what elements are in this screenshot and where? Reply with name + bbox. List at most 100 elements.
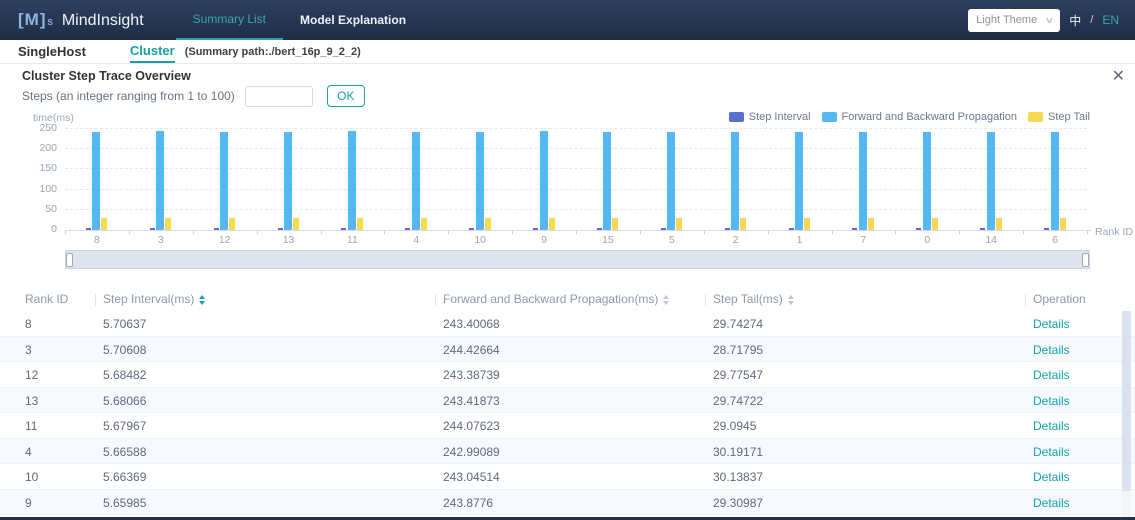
column-header-forward-and-backward-propagation-ms[interactable]: Forward and Backward Propagation(ms) — [443, 292, 670, 306]
legend-item-step-tail[interactable]: Step Tail — [1028, 111, 1090, 123]
sort-icon[interactable] — [199, 294, 206, 305]
cell-forward-and-backward-propagation-ms: 243.8776 — [443, 495, 494, 510]
table-row: 12 5.68482 243.38739 29.77547 Details — [0, 362, 1135, 388]
details-link[interactable]: Details — [1033, 445, 1070, 459]
bar-step-tail — [165, 218, 172, 230]
details-link[interactable]: Details — [1033, 419, 1070, 433]
column-divider — [95, 294, 96, 306]
bar-step-tail — [356, 218, 363, 230]
subnav-tab-cluster[interactable]: Cluster — [129, 40, 175, 63]
column-header-step-interval-ms[interactable]: Step Interval(ms) — [103, 292, 206, 306]
bar-step-interval — [980, 227, 986, 230]
bar-step-tail — [548, 218, 555, 230]
cell-forward-and-backward-propagation-ms: 243.04514 — [443, 470, 500, 484]
legend-item-step-interval[interactable]: Step Interval — [728, 111, 811, 123]
summary-path: (Summary path:./bert_16p_9_2_2) — [184, 45, 361, 58]
column-header-label: Operation — [1033, 292, 1086, 306]
bar-forward-and-backward-propagation — [922, 131, 931, 230]
y-tick-label: 250 — [39, 122, 57, 134]
cell-forward-and-backward-propagation-ms: 243.38739 — [443, 368, 500, 382]
table-row: 8 5.70637 243.40068 29.74274 Details — [0, 311, 1135, 337]
bar-step-tail — [420, 217, 427, 230]
x-axis-title: Rank ID — [1095, 226, 1133, 238]
cell-step-tail-ms: 29.0945 — [713, 419, 757, 433]
sort-desc-icon — [787, 300, 794, 305]
close-icon[interactable]: ✕ — [1112, 66, 1125, 86]
cell-rank-id: 10 — [25, 470, 39, 484]
bar-forward-and-backward-propagation — [411, 131, 420, 230]
sort-asc-icon — [199, 294, 206, 299]
lang-toggle-en[interactable]: EN — [1102, 13, 1119, 27]
y-tick-label: 150 — [39, 162, 57, 175]
details-link[interactable]: Details — [1033, 394, 1070, 408]
chart-plot-area — [65, 128, 1091, 234]
legend-label: Forward and Backward Propagation — [841, 111, 1017, 123]
y-tick-label: 200 — [39, 142, 57, 155]
cell-rank-id: 12 — [25, 368, 39, 382]
lang-toggle-zh[interactable]: 中 — [1069, 12, 1081, 29]
bar-step-tail — [804, 218, 811, 230]
table-scrollbar[interactable] — [1122, 311, 1131, 520]
legend-item-forward-and-backward-propagation[interactable]: Forward and Backward Propagation — [821, 111, 1017, 123]
logo-bracket: [M] — [18, 10, 47, 29]
bar-forward-and-backward-propagation — [986, 131, 995, 230]
page-title: Cluster Step Trace Overview — [22, 69, 191, 83]
sort-asc-icon — [787, 294, 794, 299]
gridline — [65, 128, 1087, 129]
table-row: 11 5.67967 244.07623 29.0945 Details — [0, 413, 1135, 439]
x-tick-label: 1 — [796, 234, 803, 246]
navbar-tab-model-explanation[interactable]: Model Explanation — [283, 0, 423, 40]
cell-forward-and-backward-propagation-ms: 244.42664 — [443, 342, 500, 357]
cell-forward-and-backward-propagation-ms: 243.41873 — [443, 393, 500, 408]
cell-step-interval-ms: 5.70608 — [103, 342, 147, 357]
bar-step-interval — [341, 227, 347, 230]
datazoom-left-handle[interactable] — [66, 253, 73, 267]
gridline — [65, 188, 1087, 190]
column-divider — [435, 294, 436, 306]
bar-step-tail — [995, 218, 1002, 230]
column-header-step-tail-ms[interactable]: Step Tail(ms) — [713, 292, 794, 306]
cell-step-tail-ms: 30.13837 — [713, 470, 764, 484]
bar-forward-and-backward-propagation — [92, 131, 101, 230]
table-scrollbar-thumb[interactable] — [1122, 311, 1131, 491]
theme-select[interactable]: Light Theme ∨ — [968, 8, 1061, 32]
cell-step-tail-ms: 29.74722 — [713, 393, 764, 408]
cell-step-tail-ms: 29.30987 — [713, 495, 764, 510]
subnav-tab-singlehost[interactable]: SingleHost — [18, 40, 86, 63]
cell-forward-and-backward-propagation-ms: 243.40068 — [443, 317, 500, 331]
ok-button[interactable]: OK — [326, 85, 365, 107]
bar-step-interval — [277, 227, 283, 230]
sort-icon[interactable] — [787, 294, 794, 305]
bar-forward-and-backward-propagation — [284, 131, 293, 230]
bar-step-tail — [101, 217, 108, 230]
cell-step-tail-ms: 30.19171 — [713, 444, 764, 459]
top-navbar: [M] S MindInsight Summary List Model Expla… — [0, 0, 1135, 40]
chart-datazoom-slider[interactable] — [65, 250, 1090, 269]
bar-step-tail — [612, 218, 619, 230]
x-tick-label: 8 — [94, 234, 100, 246]
steps-input[interactable] — [244, 85, 313, 107]
datazoom-right-handle[interactable] — [1082, 253, 1089, 267]
bar-step-tail — [867, 218, 874, 230]
details-link[interactable]: Details — [1033, 368, 1070, 382]
details-link[interactable]: Details — [1033, 496, 1070, 510]
cell-step-interval-ms: 5.66588 — [103, 444, 147, 459]
details-link[interactable]: Details — [1033, 470, 1070, 484]
navbar-right-controls: Light Theme ∨ 中 / EN — [968, 8, 1119, 32]
bar-step-interval — [852, 227, 858, 230]
x-axis-labels: 8 3 12 13 11 4 10 9 15 5 2 1 7 0 14 6 — [65, 234, 1087, 248]
mindinsight-logo: [M] S MindInsight — [18, 10, 144, 30]
navbar-tab-summary-list[interactable]: Summary List — [175, 0, 284, 40]
theme-select-value: Light Theme — [976, 14, 1038, 26]
cell-rank-id: 13 — [25, 393, 39, 408]
details-link[interactable]: Details — [1033, 317, 1070, 331]
table-row: 13 5.68066 243.41873 29.74722 Details — [0, 387, 1135, 413]
legend-swatch-forward-and-backward-propagation — [821, 112, 837, 122]
details-link[interactable]: Details — [1033, 343, 1070, 357]
sort-icon[interactable] — [663, 294, 670, 305]
x-tick-label: 4 — [413, 234, 420, 246]
bar-step-tail — [931, 218, 938, 230]
x-tick-label: 3 — [157, 234, 164, 246]
bar-forward-and-backward-propagation — [156, 131, 165, 230]
sort-desc-icon — [663, 300, 670, 305]
